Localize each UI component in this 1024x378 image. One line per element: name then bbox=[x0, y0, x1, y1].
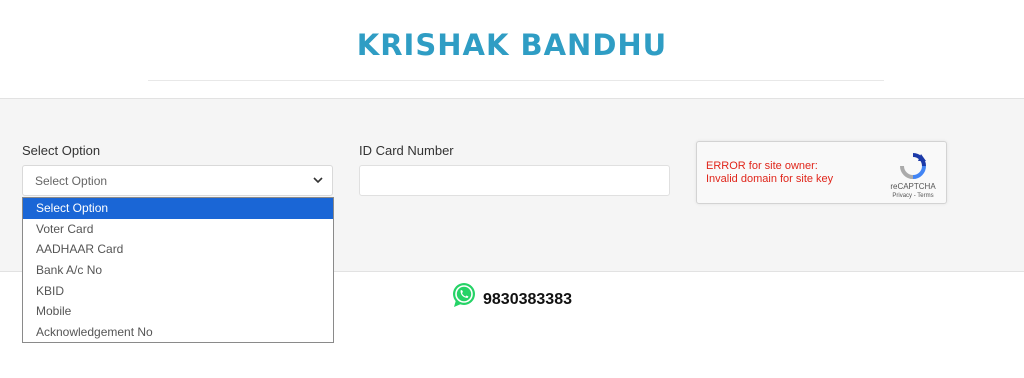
title-divider bbox=[148, 80, 884, 81]
recaptcha-brand: reCAPTCHA bbox=[890, 182, 936, 191]
recaptcha-privacy-terms[interactable]: Privacy - Terms bbox=[883, 193, 943, 199]
option-mobile[interactable]: Mobile bbox=[23, 301, 333, 322]
whatsapp-icon[interactable] bbox=[450, 281, 478, 309]
recaptcha-error-line2: Invalid domain for site key bbox=[706, 173, 834, 185]
select-option-value: Select Option bbox=[35, 174, 108, 188]
id-card-number-input[interactable] bbox=[359, 165, 670, 196]
option-acknowledgement-no[interactable]: Acknowledgement No bbox=[23, 322, 333, 343]
option-kbid[interactable]: KBID bbox=[23, 281, 333, 302]
select-option-dropdown[interactable]: Select Option bbox=[22, 165, 333, 196]
option-aadhaar-card[interactable]: AADHAAR Card bbox=[23, 239, 333, 260]
option-bank-ac-no[interactable]: Bank A/c No bbox=[23, 260, 333, 281]
select-option-label: Select Option bbox=[22, 143, 101, 158]
id-card-number-label: ID Card Number bbox=[359, 143, 454, 158]
option-voter-card[interactable]: Voter Card bbox=[23, 219, 333, 240]
page-title: KRISHAK BANDHU bbox=[356, 28, 668, 62]
chevron-down-icon bbox=[313, 177, 323, 184]
recaptcha-error-line1: ERROR for site owner: bbox=[706, 160, 818, 172]
select-option-list: Select Option Voter Card AADHAAR Card Ba… bbox=[22, 197, 334, 343]
recaptcha-error: ERROR for site owner: Invalid domain for… bbox=[706, 160, 833, 186]
option-select-option[interactable]: Select Option bbox=[23, 198, 333, 219]
recaptcha-widget[interactable]: ERROR for site owner: Invalid domain for… bbox=[696, 141, 947, 204]
recaptcha-logo-icon bbox=[900, 153, 926, 179]
contact-phone-number[interactable]: 9830383383 bbox=[483, 291, 572, 309]
